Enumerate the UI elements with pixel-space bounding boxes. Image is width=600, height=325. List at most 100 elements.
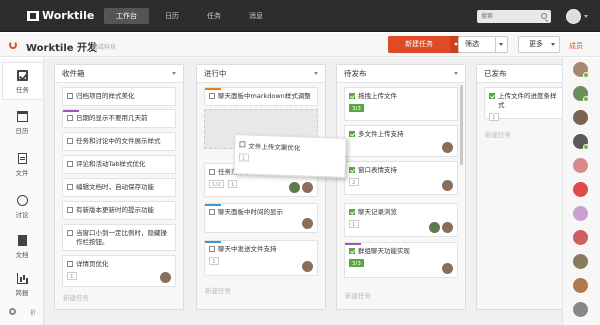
members-label[interactable]: 成员 xyxy=(569,41,583,51)
task-card[interactable]: 群组聊天功能实现 3/3 xyxy=(344,242,458,278)
task-checkbox[interactable] xyxy=(489,93,495,99)
task-card[interactable]: 日期的显示不要用几天前 xyxy=(62,109,176,128)
assignee-avatar[interactable] xyxy=(442,180,453,191)
task-card[interactable]: 详情页优化 1 xyxy=(62,255,176,287)
user-avatar[interactable] xyxy=(566,9,581,24)
task-checkbox[interactable] xyxy=(67,230,73,236)
task-checkbox[interactable] xyxy=(67,93,73,99)
nav-tasks[interactable]: 任务 xyxy=(195,8,233,24)
member-avatar[interactable] xyxy=(573,86,589,102)
task-checkbox[interactable] xyxy=(209,246,215,252)
add-task-link[interactable]: 新建任务 xyxy=(345,290,371,300)
chevron-down-icon[interactable] xyxy=(584,15,588,18)
member-avatar[interactable] xyxy=(573,182,588,197)
assignee-avatar[interactable] xyxy=(160,272,171,283)
task-card[interactable]: 有新版本更新时的提示功能 xyxy=(62,201,176,220)
sidebar-item-documents[interactable]: 文档 xyxy=(2,228,42,266)
task-card[interactable]: 当窗口小到一定比例时，隐藏操作栏按钮。 xyxy=(62,224,176,251)
nav-workbench[interactable]: 工作台 xyxy=(104,8,149,24)
filter-dropdown-button[interactable] xyxy=(495,36,508,53)
new-task-button[interactable]: 新建任务 xyxy=(388,36,450,53)
task-checkbox[interactable] xyxy=(67,115,73,121)
task-checkbox[interactable] xyxy=(209,169,215,175)
assignee-avatar[interactable] xyxy=(302,218,313,229)
chevron-down-icon[interactable] xyxy=(454,72,458,75)
assignee-avatar[interactable] xyxy=(442,222,453,233)
member-avatar[interactable] xyxy=(573,134,589,150)
add-task-link[interactable]: 新建任务 xyxy=(63,292,89,302)
more-button[interactable]: 更多 xyxy=(518,36,560,53)
task-checkbox[interactable] xyxy=(67,138,73,144)
discussion-icon xyxy=(16,195,28,206)
member-avatar[interactable] xyxy=(573,158,588,173)
sidebar-item-discussions[interactable]: 讨论 xyxy=(2,188,42,226)
chevron-down-icon[interactable] xyxy=(172,72,176,75)
task-checkbox[interactable] xyxy=(67,261,73,267)
task-checkbox[interactable] xyxy=(209,93,215,99)
list-scrollbar[interactable] xyxy=(460,85,463,165)
list-header[interactable]: 进行中 xyxy=(197,65,325,83)
task-checkbox[interactable] xyxy=(349,167,355,173)
sidebar-item-reports[interactable]: 简报 xyxy=(2,266,42,304)
list-header[interactable]: 收件箱 xyxy=(55,65,183,83)
search-icon[interactable] xyxy=(541,13,547,19)
task-card[interactable]: 上传文件的进度条样式 1 xyxy=(484,87,562,121)
sidebar-item-calendar[interactable]: 日历 xyxy=(2,104,42,142)
sidebar-item-label: 简报 xyxy=(15,289,29,297)
calendar-icon xyxy=(16,111,28,122)
member-avatar[interactable] xyxy=(573,206,588,221)
task-card[interactable]: 归档项目的样式美化 xyxy=(62,87,176,106)
task-checkbox[interactable] xyxy=(67,207,73,213)
task-card[interactable]: 任务和讨论中的文件展示样式 xyxy=(62,132,176,151)
project-title[interactable]: Worktile 开发 xyxy=(26,39,97,54)
list-header[interactable]: 已发布 xyxy=(477,65,562,83)
add-task-link[interactable]: 新建任务 xyxy=(205,285,231,295)
assignee-avatar[interactable] xyxy=(289,182,300,193)
assignee-avatar[interactable] xyxy=(442,142,453,153)
task-checkbox[interactable] xyxy=(349,131,355,137)
collapse-sidebar-button[interactable]: 折 xyxy=(30,308,36,317)
task-card[interactable]: 窗口表情支持 2 xyxy=(344,161,458,195)
task-checkbox[interactable] xyxy=(349,93,355,99)
task-card[interactable]: 聊天面板中时间的显示 xyxy=(204,203,318,233)
list-header[interactable]: 待发布 xyxy=(337,65,465,83)
task-card[interactable]: 聊天中发送文件支持 1 xyxy=(204,240,318,276)
member-avatar[interactable] xyxy=(573,110,588,125)
dragging-task-card[interactable]: 文件上传文案优化 1 xyxy=(233,134,347,178)
assignee-avatar[interactable] xyxy=(302,261,313,272)
assignee-avatar[interactable] xyxy=(442,263,453,274)
task-checkbox[interactable] xyxy=(67,184,73,190)
task-card[interactable]: 拖拽上传文件 3/3 xyxy=(344,87,458,121)
task-card[interactable]: 评论和活动Tab样式优化 xyxy=(62,155,176,174)
assignee-avatar[interactable] xyxy=(429,222,440,233)
task-card[interactable]: 聊天记录浏览 1 xyxy=(344,203,458,237)
member-avatar[interactable] xyxy=(573,302,588,317)
list-title: 已发布 xyxy=(484,69,507,78)
gear-icon[interactable] xyxy=(9,308,16,315)
task-card[interactable]: 编辑文档时，自动保存功能 xyxy=(62,178,176,197)
chevron-down-icon[interactable] xyxy=(314,72,318,75)
task-checkbox[interactable] xyxy=(349,248,355,254)
task-checkbox[interactable] xyxy=(349,209,355,215)
task-checkbox[interactable] xyxy=(239,141,246,148)
member-avatar[interactable] xyxy=(573,230,588,245)
sidebar-item-label: 讨论 xyxy=(15,211,29,219)
member-avatar[interactable] xyxy=(573,62,589,78)
task-title: 窗口表情支持 xyxy=(358,166,397,174)
assignee-avatar[interactable] xyxy=(302,182,313,193)
member-avatar[interactable] xyxy=(573,278,588,293)
worktile-logo[interactable]: Worktile xyxy=(27,9,94,22)
sidebar-item-tasks[interactable]: 任务 xyxy=(2,62,42,100)
task-checkbox[interactable] xyxy=(209,209,215,215)
task-checkbox[interactable] xyxy=(67,161,73,167)
nav-messages[interactable]: 消息 xyxy=(237,8,275,24)
task-title: 上传文件的进度条样式 xyxy=(498,92,557,109)
filter-button[interactable]: 筛选 xyxy=(458,36,496,53)
task-card[interactable]: 聊天面板中markdown样式调整 xyxy=(204,87,318,106)
member-avatar[interactable] xyxy=(573,254,588,269)
task-card[interactable]: 多文件上传支持 xyxy=(344,125,458,157)
search-input[interactable] xyxy=(477,10,537,23)
nav-calendar[interactable]: 日历 xyxy=(153,8,191,24)
add-task-link[interactable]: 新建任务 xyxy=(485,129,511,139)
sidebar-item-files[interactable]: 文件 xyxy=(2,146,42,184)
